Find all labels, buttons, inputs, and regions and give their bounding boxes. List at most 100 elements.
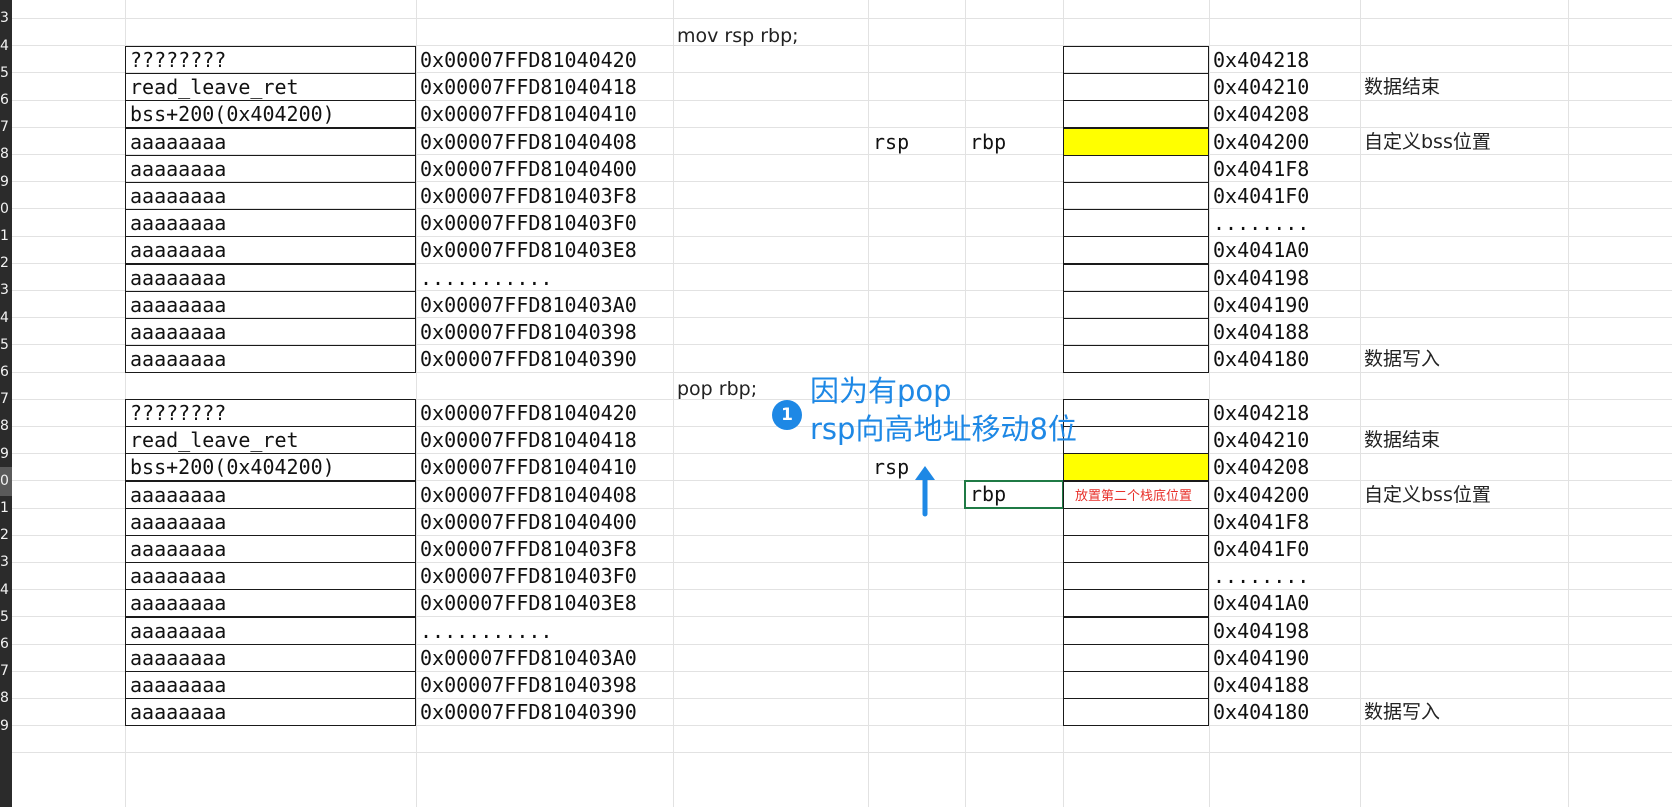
stack-value: ????????	[130, 401, 227, 425]
bss-address: ........	[1213, 211, 1310, 235]
bss-slot	[1063, 236, 1209, 264]
row-number[interactable]: 7	[0, 385, 12, 414]
stack-value: aaaaaaaa	[130, 483, 227, 507]
row-number[interactable]: 9	[0, 168, 12, 197]
row-number[interactable]: 7	[0, 113, 12, 142]
row-number[interactable]: 4	[0, 304, 12, 333]
bss-address: 0x404210	[1213, 75, 1310, 99]
stack-address: 0x00007FFD81040390	[420, 700, 637, 724]
row-number[interactable]: 1	[0, 494, 12, 523]
stack-value: aaaaaaaa	[130, 646, 227, 670]
row-number[interactable]: 5	[0, 603, 12, 632]
stack-value: ????????	[130, 48, 227, 72]
row-number[interactable]: 3	[0, 548, 12, 577]
bss-address: 0x404208	[1213, 102, 1310, 126]
bss-note: 数据结束	[1364, 76, 1441, 98]
bss-address: 0x404190	[1213, 293, 1310, 317]
row-number[interactable]: 1	[0, 222, 12, 251]
row-number[interactable]: 3	[0, 276, 12, 305]
stack-address: 0x00007FFD81040418	[420, 428, 637, 452]
stack-value: aaaaaaaa	[130, 700, 227, 724]
row-number[interactable]: 3	[0, 4, 12, 33]
section2-rsp-label: rsp	[873, 455, 910, 479]
stack-address: 0x00007FFD810403A0	[420, 293, 637, 317]
bss-address: 0x404198	[1213, 266, 1310, 290]
row-number[interactable]: 8	[0, 412, 12, 441]
bss-address: 0x404218	[1213, 401, 1310, 425]
row-number[interactable]: 9	[0, 712, 12, 741]
stack-value: aaaaaaaa	[130, 320, 227, 344]
bss-slot	[1063, 73, 1209, 101]
stack-address: 0x00007FFD810403F0	[420, 564, 637, 588]
bss-note: 数据结束	[1364, 429, 1441, 451]
stack-value: read_leave_ret	[130, 75, 299, 99]
stack-address: 0x00007FFD810403E8	[420, 238, 637, 262]
bss-address: 0x4041A0	[1213, 238, 1310, 262]
row-number[interactable]: 0	[0, 467, 12, 496]
stack-value: aaaaaaaa	[130, 347, 227, 371]
row-number[interactable]: 4	[0, 576, 12, 605]
bss-slot	[1063, 128, 1209, 156]
row-number[interactable]: 2	[0, 521, 12, 550]
bss-address: 0x404190	[1213, 646, 1310, 670]
bss-address: 0x404218	[1213, 48, 1310, 72]
row-number[interactable]: 5	[0, 59, 12, 88]
stack-address: 0x00007FFD810403F8	[420, 537, 637, 561]
stack-value: aaaaaaaa	[130, 537, 227, 561]
row-number[interactable]: 8	[0, 140, 12, 169]
stack-value: aaaaaaaa	[130, 673, 227, 697]
grid-column-line	[416, 0, 417, 807]
stack-value: aaaaaaaa	[130, 266, 227, 290]
stack-address: 0x00007FFD81040420	[420, 401, 637, 425]
row-number[interactable]: 8	[0, 684, 12, 713]
row-number[interactable]: 2	[0, 249, 12, 278]
bss-slot	[1063, 644, 1209, 672]
stack-address: 0x00007FFD81040398	[420, 320, 637, 344]
bss-address: 0x404200	[1213, 130, 1310, 154]
row-number[interactable]: 7	[0, 657, 12, 686]
stack-value: aaaaaaaa	[130, 130, 227, 154]
bss-address: 0x404188	[1213, 673, 1310, 697]
bss-slot	[1063, 264, 1209, 292]
section2-caption: pop rbp;	[677, 378, 758, 400]
stack-value: aaaaaaaa	[130, 591, 227, 615]
bss-address: 0x404198	[1213, 619, 1310, 643]
row-number[interactable]: 6	[0, 630, 12, 659]
annotation-line2: rsp向高地址移动8位	[810, 412, 1077, 446]
bss-address: 0x404188	[1213, 320, 1310, 344]
stack-address: 0x00007FFD810403E8	[420, 591, 637, 615]
row-number[interactable]: 6	[0, 358, 12, 387]
row-number[interactable]: 5	[0, 331, 12, 360]
stack-value: bss+200(0x404200)	[130, 455, 335, 479]
stack-address: 0x00007FFD81040418	[420, 75, 637, 99]
grid-column-line	[673, 0, 674, 807]
stack-value: aaaaaaaa	[130, 157, 227, 181]
stack-address: ...........	[420, 266, 553, 290]
grid-row-line	[12, 18, 1672, 19]
section2-rbp-label: rbp	[970, 482, 1007, 506]
up-arrow-icon	[915, 466, 935, 517]
bss-slot	[1063, 46, 1209, 74]
grid-column-line	[965, 0, 966, 807]
bss-address: 0x4041F0	[1213, 184, 1310, 208]
bss-slot	[1063, 318, 1209, 346]
stack-address: 0x00007FFD81040408	[420, 130, 637, 154]
bss-address: 0x4041F0	[1213, 537, 1310, 561]
bss-slot	[1063, 155, 1209, 183]
row-number[interactable]: 6	[0, 86, 12, 115]
stack-value: aaaaaaaa	[130, 564, 227, 588]
row-number[interactable]: 9	[0, 440, 12, 469]
section1-rsp-label: rsp	[873, 130, 910, 154]
bss-address: 0x404180	[1213, 347, 1310, 371]
stack-address: 0x00007FFD81040410	[420, 102, 637, 126]
annotation-line1: 因为有pop	[810, 374, 952, 408]
stack-address: 0x00007FFD81040420	[420, 48, 637, 72]
row-number[interactable]: 0	[0, 195, 12, 224]
stack-address: 0x00007FFD81040400	[420, 157, 637, 181]
bss-note: 自定义bss位置	[1364, 131, 1491, 153]
section1-caption: mov rsp rbp;	[677, 25, 799, 47]
stack-address: 0x00007FFD81040398	[420, 673, 637, 697]
row-number[interactable]: 4	[0, 32, 12, 61]
bss-note: 自定义bss位置	[1364, 484, 1491, 506]
grid-column-line	[1360, 0, 1361, 807]
